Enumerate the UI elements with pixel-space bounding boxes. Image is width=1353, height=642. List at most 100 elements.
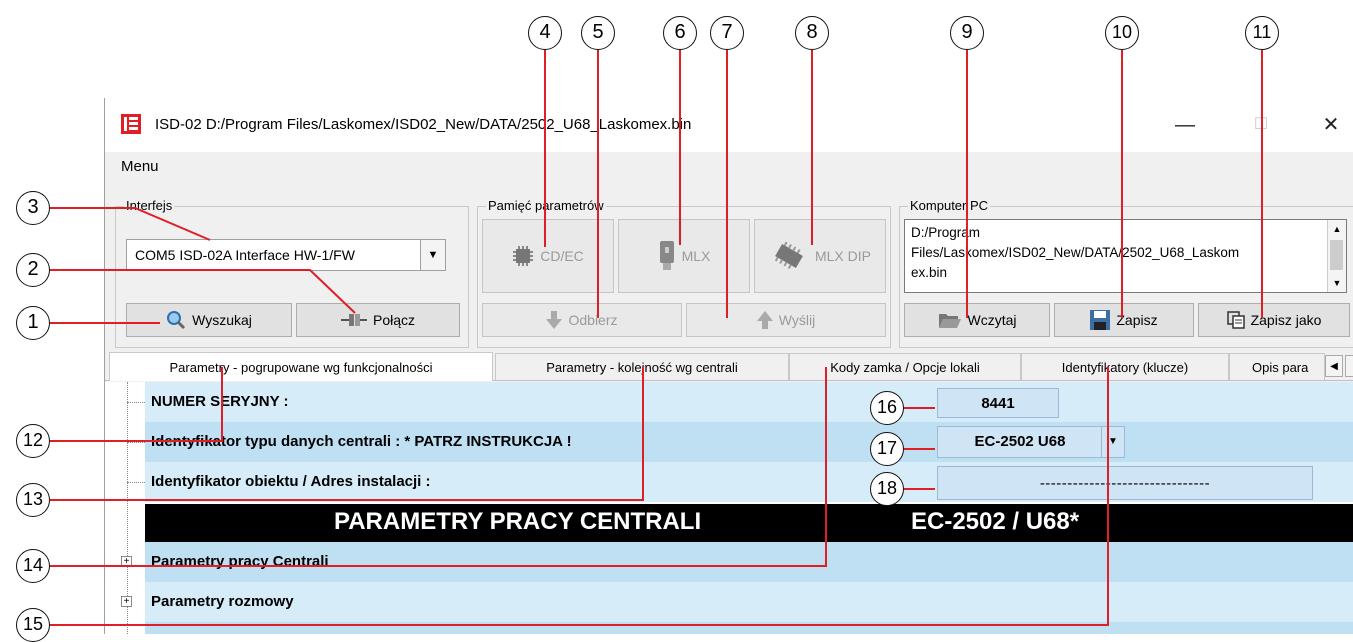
chevron-down-icon[interactable]: ▼ xyxy=(1101,427,1124,457)
expand-icon[interactable]: + xyxy=(121,556,132,567)
tree-line xyxy=(127,482,145,483)
tab-lock-codes[interactable]: Kody zamka / Opcje lokali xyxy=(789,353,1021,380)
usb-stick-icon xyxy=(659,241,674,270)
close-button[interactable]: ✕ xyxy=(1311,110,1351,140)
callout-10: 10 xyxy=(1105,16,1139,50)
parameter-tree: NUMER SERYJNY : Identyfikator typu danyc… xyxy=(105,382,1353,634)
tab-grouped[interactable]: Parametry - pogrupowane wg funkcjonalnoś… xyxy=(109,352,493,381)
callout-5: 5 xyxy=(581,16,615,50)
file-path-line: ex.bin xyxy=(911,265,948,280)
type-select[interactable]: EC-2502 U68 ▼ xyxy=(937,426,1125,458)
port-select[interactable]: COM5 ISD-02A Interface HW-1/FW ▼ xyxy=(126,239,446,271)
menu-item[interactable]: Menu xyxy=(121,158,159,175)
object-label: Identyfikator obiektu / Adres instalacji… xyxy=(151,473,431,490)
tree-group-rozmowy[interactable]: Parametry rozmowy xyxy=(145,582,1353,622)
object-input[interactable]: ------------------------------- xyxy=(937,466,1313,500)
receive-button-label: Odbierz xyxy=(568,312,618,328)
callout-14: 14 xyxy=(16,549,50,583)
mlxdip-button-label: MLX DIP xyxy=(814,248,871,264)
chip-icon xyxy=(513,246,534,266)
receive-button[interactable]: Odbierz xyxy=(482,303,682,337)
expand-icon[interactable]: + xyxy=(121,596,132,607)
group-label: Parametry rozmowy xyxy=(151,593,294,610)
window-title: ISD-02 D:/Program Files/Laskomex/ISD02_N… xyxy=(155,116,692,133)
chevron-down-icon[interactable]: ▼ xyxy=(420,240,445,270)
arrow-down-icon xyxy=(546,311,563,329)
scroll-up-icon[interactable]: ▲ xyxy=(1328,220,1346,238)
tab-identifiers[interactable]: Identyfikatory (klucze) xyxy=(1021,353,1229,380)
serial-label: NUMER SERYJNY : xyxy=(151,393,289,410)
callout-15: 15 xyxy=(16,608,50,642)
tab-scroll-right-icon[interactable] xyxy=(1345,355,1353,377)
save-button[interactable]: Zapisz xyxy=(1054,303,1194,337)
maximize-button[interactable]: ☐ xyxy=(1241,110,1281,140)
tree-row-serial: NUMER SERYJNY : xyxy=(145,382,1353,422)
section-header-model: EC-2502 / U68* xyxy=(911,508,1080,535)
cdec-button-label: CD/EC xyxy=(540,248,584,264)
dip-chip-icon xyxy=(774,241,803,270)
floppy-disk-icon xyxy=(1090,310,1111,330)
section-header: PARAMETRY PRACY CENTRALI EC-2502 / U68* xyxy=(145,504,1353,542)
arrow-up-icon xyxy=(756,311,773,329)
app-logo-icon xyxy=(121,114,141,134)
port-select-value: COM5 ISD-02A Interface HW-1/FW xyxy=(135,247,355,263)
memory-group: Pamięć parametrów CD/EC MLX MLX DIP Odbi… xyxy=(477,198,891,348)
search-icon xyxy=(167,311,186,330)
tree-group-centrali[interactable]: Parametry pracy Centrali xyxy=(145,542,1353,582)
tab-scroll-left-icon[interactable]: ◀ xyxy=(1325,355,1343,377)
pc-group-label: Komputer PC xyxy=(908,198,991,213)
tree-line xyxy=(127,442,145,443)
callout-11: 11 xyxy=(1245,16,1279,50)
file-path-line: D:/Program xyxy=(911,225,981,240)
type-label: Identyfikator typu danych centrali : * P… xyxy=(151,433,572,450)
callout-7: 7 xyxy=(710,16,744,50)
send-button-label: Wyślij xyxy=(778,312,816,328)
callout-8: 8 xyxy=(795,16,829,50)
pc-group: Komputer PC D:/Program Files/Laskomex/IS… xyxy=(899,198,1353,348)
load-button-label: Wczytaj xyxy=(967,312,1017,328)
cdec-button[interactable]: CD/EC xyxy=(482,219,614,293)
group-label: Parametry pracy Centrali xyxy=(151,553,329,570)
file-path-field[interactable]: D:/Program Files/Laskomex/ISD02_New/DATA… xyxy=(904,219,1347,293)
save-as-button[interactable]: Zapisz jako xyxy=(1198,303,1350,337)
connect-button[interactable]: Połącz xyxy=(296,303,460,337)
serial-value: 8441 xyxy=(937,388,1059,418)
type-select-value: EC-2502 U68 xyxy=(974,433,1066,450)
interface-group: Interfejs COM5 ISD-02A Interface HW-1/FW… xyxy=(115,198,469,348)
minimize-button[interactable]: — xyxy=(1165,110,1205,140)
memory-group-label: Pamięć parametrów xyxy=(486,198,606,213)
tab-order[interactable]: Parametry - kolejność wg centrali xyxy=(495,353,789,380)
callout-13: 13 xyxy=(16,483,50,517)
search-button-label: Wyszukaj xyxy=(192,312,252,328)
save-as-button-label: Zapisz jako xyxy=(1250,312,1322,328)
tab-description[interactable]: Opis para xyxy=(1229,353,1325,380)
callout-1: 1 xyxy=(16,306,50,340)
connect-button-label: Połącz xyxy=(372,312,416,328)
callout-4: 4 xyxy=(528,16,562,50)
folder-open-icon xyxy=(938,314,961,328)
callout-12: 12 xyxy=(16,424,50,458)
callout-9: 9 xyxy=(950,16,984,50)
callout-17: 17 xyxy=(870,432,904,466)
scroll-thumb[interactable] xyxy=(1330,240,1343,270)
title-bar: ISD-02 D:/Program Files/Laskomex/ISD02_N… xyxy=(105,98,1353,152)
callout-2: 2 xyxy=(16,253,50,287)
load-button[interactable]: Wczytaj xyxy=(904,303,1050,337)
file-path-line: Files/Laskomex/ISD02_New/DATA/2502_U68_L… xyxy=(911,245,1240,260)
menu-bar: Menu xyxy=(105,152,1353,182)
search-button[interactable]: Wyszukaj xyxy=(126,303,292,337)
interface-group-label: Interfejs xyxy=(124,198,175,213)
section-header-title: PARAMETRY PRACY CENTRALI xyxy=(334,508,702,535)
callout-6: 6 xyxy=(663,16,697,50)
app-window: ISD-02 D:/Program Files/Laskomex/ISD02_N… xyxy=(104,98,1353,634)
tree-line xyxy=(127,402,145,403)
plug-icon xyxy=(340,314,367,326)
send-button[interactable]: Wyślij xyxy=(686,303,886,337)
path-scrollbar[interactable]: ▲ ▼ xyxy=(1327,220,1346,292)
tab-strip: Parametry - pogrupowane wg funkcjonalnoś… xyxy=(105,352,1353,381)
callout-18: 18 xyxy=(870,472,904,506)
save-as-icon xyxy=(1226,311,1245,329)
mlx-button[interactable]: MLX xyxy=(618,219,750,293)
mlxdip-button[interactable]: MLX DIP xyxy=(754,219,886,293)
scroll-down-icon[interactable]: ▼ xyxy=(1328,274,1346,292)
